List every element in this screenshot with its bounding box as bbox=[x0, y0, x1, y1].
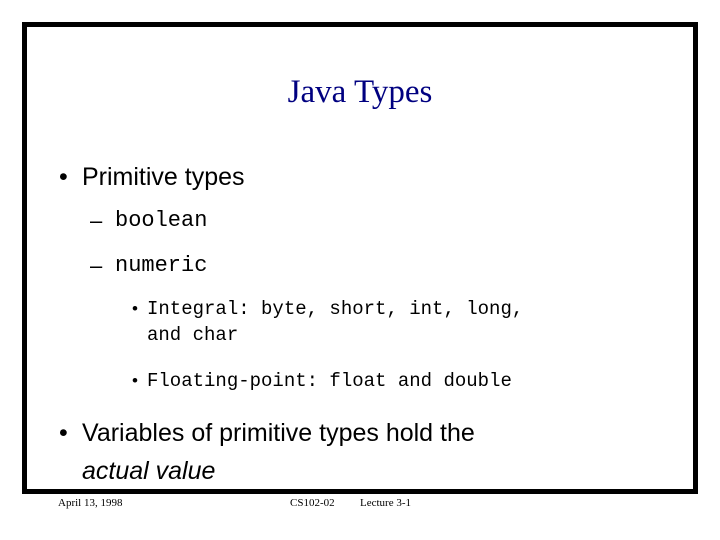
page-title: Java Types bbox=[287, 74, 433, 110]
bullet-numeric: – numeric bbox=[40, 247, 660, 284]
bullet-floating-point: • Floating-point: float and double bbox=[40, 368, 660, 394]
bullet-primitive-types: • Primitive types bbox=[40, 158, 660, 196]
slide-footer: April 13, 1998 CS102-02 Lecture 3-1 bbox=[0, 497, 720, 517]
bullet-marker-level2: – bbox=[90, 253, 103, 278]
slide: Java Types • Primitive types – boolean –… bbox=[0, 0, 720, 540]
bullet-boolean: – boolean bbox=[40, 202, 660, 239]
bullet-text-integral-line2: and char bbox=[147, 324, 239, 346]
bullet-text-variables-line1: Variables of primitive types hold the bbox=[82, 419, 475, 447]
bullet-variables: • Variables of primitive types hold the … bbox=[40, 414, 660, 490]
bullet-text-integral-line1: Integral: byte, short, int, long, bbox=[147, 298, 524, 320]
bullet-text-primitive-types: Primitive types bbox=[82, 163, 245, 191]
bullet-marker-level1: • bbox=[59, 163, 68, 191]
bullet-marker-level1: • bbox=[59, 419, 68, 447]
footer-course-code: CS102-02 bbox=[290, 497, 335, 509]
bullet-text-boolean: boolean bbox=[115, 208, 208, 233]
bullet-text-numeric: numeric bbox=[115, 253, 208, 278]
slide-body: • Primitive types – boolean – numeric • … bbox=[40, 158, 660, 490]
bullet-integral: • Integral: byte, short, int, long, and … bbox=[40, 296, 660, 348]
bullet-text-floating-point: Floating-point: float and double bbox=[147, 370, 512, 392]
bullet-text-variables-line2: actual value bbox=[82, 457, 216, 485]
bullet-marker-level3: • bbox=[132, 299, 138, 318]
footer-lecture-number: Lecture 3-1 bbox=[360, 497, 411, 509]
footer-date: April 13, 1998 bbox=[58, 497, 123, 509]
bullet-marker-level2: – bbox=[90, 208, 103, 233]
bullet-marker-level3: • bbox=[132, 371, 138, 390]
